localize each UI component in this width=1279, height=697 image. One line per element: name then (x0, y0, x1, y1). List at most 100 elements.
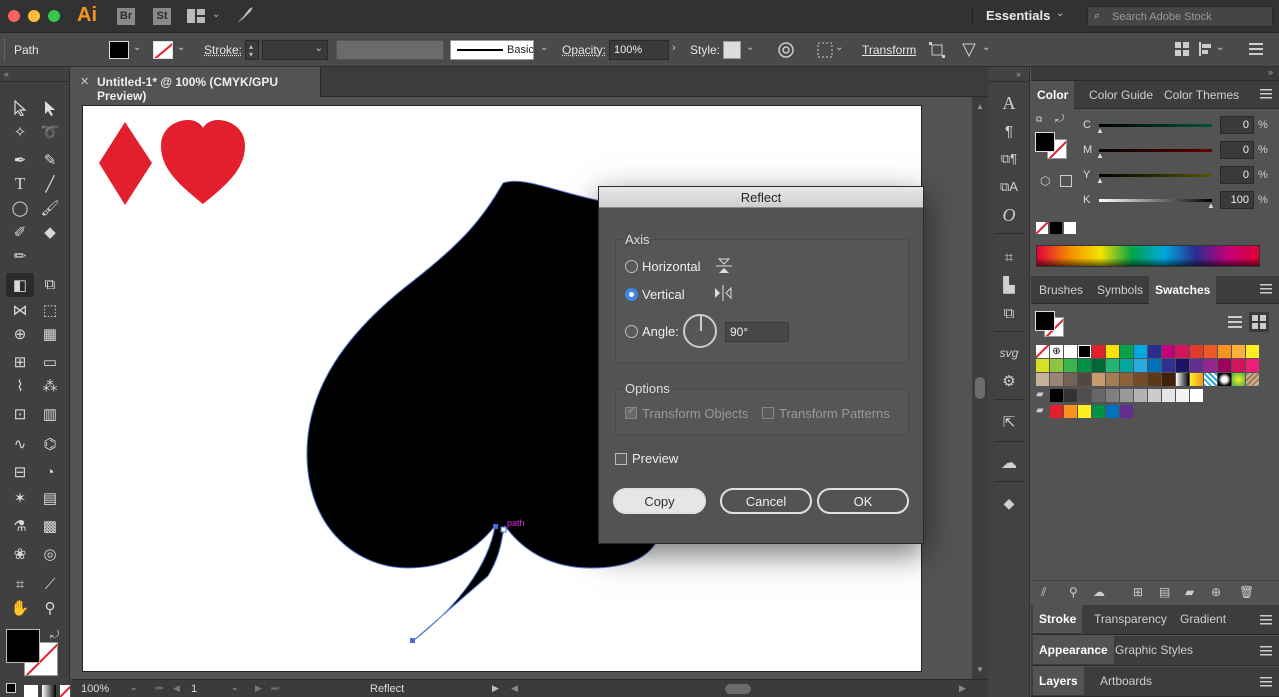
paragraph-styles-icon[interactable]: ⧉¶ (998, 149, 1020, 169)
channel-m-slider[interactable] (1099, 149, 1212, 152)
swatch[interactable] (1106, 373, 1119, 386)
color-mode-icon[interactable] (24, 685, 38, 697)
chevron-down-icon[interactable]: ⌄ (1216, 42, 1224, 53)
chevron-down-icon[interactable]: ⌄ (540, 42, 548, 53)
tab-graphic-styles[interactable]: Graphic Styles (1109, 636, 1199, 664)
minimize-window-button[interactable] (28, 10, 40, 22)
channel-k-thumb[interactable]: ▲ (1207, 201, 1215, 210)
swatch[interactable] (1050, 373, 1063, 386)
angle-dial[interactable] (683, 314, 717, 348)
mesh-tool-icon[interactable]: ⊞ (8, 351, 32, 373)
tab-appearance[interactable]: Appearance (1033, 636, 1114, 664)
blend-tool-icon[interactable]: ⁂ (38, 375, 62, 397)
swatch[interactable] (1218, 345, 1231, 358)
character-panel-icon[interactable]: A (998, 93, 1020, 113)
swatch[interactable] (1204, 345, 1217, 358)
reflect-tool-icon[interactable]: ◧ (6, 273, 34, 297)
close-tab-icon[interactable]: ✕ (80, 75, 89, 88)
free-transform-tool-icon[interactable]: ⬚ (38, 299, 62, 321)
variable-width-profile[interactable] (336, 40, 444, 60)
swatch[interactable] (1176, 359, 1189, 372)
swatch[interactable] (1148, 389, 1161, 402)
align-left-icon[interactable] (1198, 41, 1214, 57)
swatch[interactable] (1092, 389, 1105, 402)
pencil-tool-icon[interactable]: ✏ (8, 245, 32, 267)
channel-c-slider[interactable] (1099, 124, 1212, 127)
warp-tool-icon[interactable]: ∿ (8, 433, 32, 455)
chevron-down-icon[interactable]: ⌄ (835, 42, 843, 53)
tab-swatches[interactable]: Swatches (1149, 276, 1217, 304)
align-grid-icon[interactable] (1174, 41, 1190, 57)
channel-m-thumb[interactable]: ▲ (1096, 151, 1104, 160)
channel-y-value[interactable]: 0 (1220, 166, 1254, 184)
stock-icon[interactable]: St (153, 8, 171, 25)
paint-bucket-tool-icon[interactable]: ⚗ (8, 515, 32, 537)
pathfinder-icon[interactable]: ⧉ (998, 303, 1020, 323)
collapse-icon[interactable]: « (4, 69, 9, 79)
swatch[interactable] (1134, 345, 1147, 358)
swatch[interactable] (1120, 359, 1133, 372)
folder-icon[interactable]: ▰ (1036, 389, 1049, 402)
channel-c-thumb[interactable]: ▲ (1096, 126, 1104, 135)
show-kinds-icon[interactable]: ⊞ (1133, 585, 1143, 599)
tab-stroke[interactable]: Stroke (1033, 605, 1083, 633)
tab-transparency[interactable]: Transparency (1088, 605, 1173, 633)
brush-definition[interactable]: Basic (450, 40, 534, 60)
swatch[interactable] (1078, 373, 1091, 386)
hand-tool-icon[interactable]: ✋ (8, 597, 32, 619)
bridge-icon[interactable]: Br (117, 8, 135, 25)
creative-cloud-libraries-icon[interactable]: ☁ (998, 453, 1020, 473)
swatch[interactable] (1204, 359, 1217, 372)
swatch[interactable] (1148, 359, 1161, 372)
panel-menu-icon[interactable] (1259, 613, 1273, 627)
symbol-spin-tool-icon[interactable]: ◎ (38, 543, 62, 565)
column-graph-tool-icon[interactable]: ▥ (38, 403, 62, 425)
crop-tool-icon[interactable]: ⌗ (8, 573, 32, 595)
angle-radio[interactable] (625, 325, 638, 338)
paragraph-panel-icon[interactable]: ¶ (998, 121, 1020, 141)
fill-color-box[interactable] (1035, 132, 1055, 152)
panel-menu-icon[interactable] (1259, 87, 1273, 101)
swatch[interactable] (1162, 359, 1175, 372)
ellipse-tool-icon[interactable]: ◯ (8, 197, 32, 219)
swatch[interactable] (1092, 345, 1105, 358)
transform-panel-icon[interactable]: ⌗ (998, 247, 1020, 267)
new-swatch-icon[interactable]: ⊕ (1211, 585, 1221, 599)
swatch[interactable] (1050, 405, 1063, 418)
chevron-down-icon[interactable]: ⌄ (133, 42, 141, 53)
swatch[interactable] (1050, 359, 1063, 372)
arrange-documents-icon[interactable] (186, 8, 206, 24)
channel-y-thumb[interactable]: ▲ (1096, 176, 1104, 185)
swatch[interactable] (1134, 373, 1147, 386)
swatch[interactable] (1120, 373, 1133, 386)
eyedropper-tool-icon[interactable]: ⌇ (8, 375, 32, 397)
pen-tool-icon[interactable]: ✒ (8, 149, 32, 171)
add-to-library-icon[interactable]: ⚲ (1069, 585, 1078, 599)
horizontal-scroll-thumb[interactable] (725, 684, 751, 694)
swatch[interactable] (1232, 359, 1245, 372)
rocket-icon[interactable] (234, 6, 256, 26)
swatch[interactable] (1162, 373, 1175, 386)
registration-swatch[interactable]: ⊕ (1050, 345, 1063, 358)
scale-tool-icon[interactable]: ⧉ (38, 273, 62, 295)
swatch[interactable] (1050, 389, 1063, 402)
character-styles-icon[interactable]: ⧉A (998, 177, 1020, 197)
swatch[interactable] (1064, 345, 1077, 358)
artboard-number[interactable]: 1 (191, 683, 197, 695)
slice-tool-icon[interactable]: ◔ (38, 461, 62, 483)
collapse-icon[interactable]: » (1268, 67, 1273, 77)
tab-symbols[interactable]: Symbols (1091, 276, 1149, 304)
swatch[interactable] (1134, 359, 1147, 372)
curvature-tool-icon[interactable]: ✎ (38, 149, 62, 171)
swatch[interactable] (1036, 373, 1049, 386)
panel-menu-icon[interactable] (1259, 282, 1273, 296)
swatch[interactable] (1078, 345, 1091, 358)
document-info-icon[interactable]: ⚙ (998, 371, 1020, 391)
tab-brushes[interactable]: Brushes (1033, 276, 1089, 304)
swatch[interactable] (1232, 345, 1245, 358)
status-menu-icon[interactable]: ▶ (492, 683, 499, 694)
swatch[interactable] (1246, 373, 1259, 386)
chevron-down-icon[interactable]: ⌄ (130, 682, 138, 693)
swatch[interactable] (1176, 373, 1189, 386)
grid-view-icon[interactable] (1249, 312, 1269, 332)
